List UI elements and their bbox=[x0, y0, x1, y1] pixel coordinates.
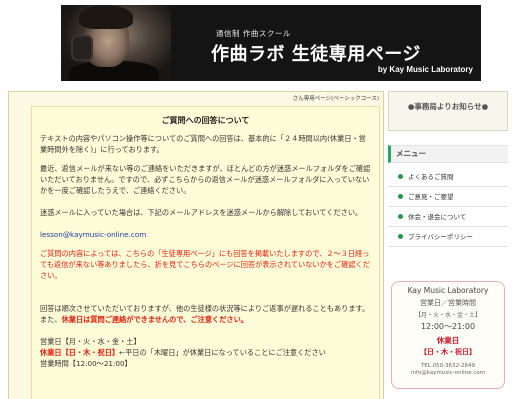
info-tel: TEL 050-3632-2849 bbox=[420, 363, 476, 369]
header-banner: 通信制 作曲スクール 作曲ラボ 生徒専用ページ by Kay Music Lab… bbox=[61, 5, 481, 81]
para-student-page-note: ご質問の内容によっては、こちらの「生徒専用ページ」にも回答を掲載いたしますので、… bbox=[40, 249, 370, 280]
menu-item-feedback[interactable]: ご意見・ご要望 bbox=[388, 187, 508, 207]
notice-card: ご質問への回答について テキストの内容やパソコン操作等についてのご質問への回答は… bbox=[31, 106, 380, 399]
main-content: さん専用ページ(ベーシックコース) ご質問への回答について テキストの内容やパソ… bbox=[8, 91, 384, 399]
notice-box: ●事務局よりお知らせ● bbox=[388, 91, 508, 131]
info-label: 営業日／営業時間 bbox=[420, 299, 476, 307]
business-hours: 営業時間【12:00～21:00】 bbox=[40, 359, 132, 368]
sidebar: ●事務局よりお知らせ● メニュー よくあるご質問 ご意見・ご要望 休会・退会につ… bbox=[388, 91, 508, 389]
closed-day-warning: 休業日は質問ご連絡ができませんので、ご注意ください。 bbox=[61, 315, 248, 324]
notice-title: ●事務局よりお知らせ● bbox=[407, 102, 489, 111]
business-info-box: Kay Music Laboratory 営業日／営業時間 【月・火・水・金・土… bbox=[391, 281, 505, 389]
closed-days-label: 休業日【日・木・祝日】 bbox=[40, 348, 120, 357]
menu-title: メニュー bbox=[396, 149, 426, 158]
bullet-icon bbox=[398, 234, 403, 239]
banner-photo bbox=[61, 5, 171, 81]
info-closed-days: 【日・木・祝日】 bbox=[420, 348, 476, 356]
menu-item-faq[interactable]: よくあるご質問 bbox=[388, 167, 508, 187]
menu-item-leave[interactable]: 休会・退会について bbox=[388, 207, 508, 227]
para-spam-release: 迷惑メールに入っていた場合は、下記のメールアドレスを迷惑メールから解除しておいて… bbox=[40, 208, 363, 217]
banner-subtitle: 通信制 作曲スクール bbox=[216, 29, 291, 38]
menu-header: メニュー bbox=[388, 145, 508, 163]
closed-days: 休業日【日・木・祝日】←平日の「木曜日」が休業日になっていることにご注意ください bbox=[40, 347, 372, 358]
para-spam-check: 最近、返信メールが来ない等のご連絡をいただきますが、ほとんどの方が迷惑メールフォ… bbox=[40, 164, 371, 195]
card-heading: ご質問への回答について bbox=[161, 116, 250, 125]
bullet-icon bbox=[398, 214, 403, 219]
info-email[interactable]: info@kaymusic-online.com bbox=[392, 370, 504, 376]
page-label: さん専用ページ(ベーシックコース) bbox=[292, 96, 379, 102]
info-closed-label: 休業日 bbox=[436, 336, 460, 345]
para-delay-note: 回答は順次させていただいておりますが、他の生徒様の状況等によりご返事が遅れること… bbox=[40, 303, 372, 325]
bullet-icon bbox=[398, 194, 403, 199]
menu-item-privacy[interactable]: プライバシーポリシー bbox=[388, 227, 508, 247]
menu-list: よくあるご質問 ご意見・ご要望 休会・退会について プライバシーポリシー bbox=[388, 167, 508, 247]
business-days: 営業日【月・火・水・金・土】 bbox=[40, 337, 141, 346]
para-response-time: テキストの内容やパソコン操作等についてのご質問への回答は、基本的に「２４時間以内… bbox=[40, 134, 366, 154]
banner-brand: by Kay Music Laboratory bbox=[377, 65, 473, 74]
info-name: Kay Music Laboratory bbox=[407, 286, 489, 295]
bullet-icon bbox=[398, 174, 403, 179]
info-time: 12:00～21:00 bbox=[420, 322, 476, 331]
headphone-icon bbox=[71, 35, 93, 61]
closed-days-note: ←平日の「木曜日」が休業日になっていることにご注意ください bbox=[119, 348, 326, 357]
contact-email-link[interactable]: lesson@kaymusic-online.com bbox=[40, 229, 372, 240]
banner-title: 作曲ラボ 生徒専用ページ bbox=[211, 44, 421, 65]
info-days: 【月・火・水・金・土】 bbox=[414, 312, 481, 319]
